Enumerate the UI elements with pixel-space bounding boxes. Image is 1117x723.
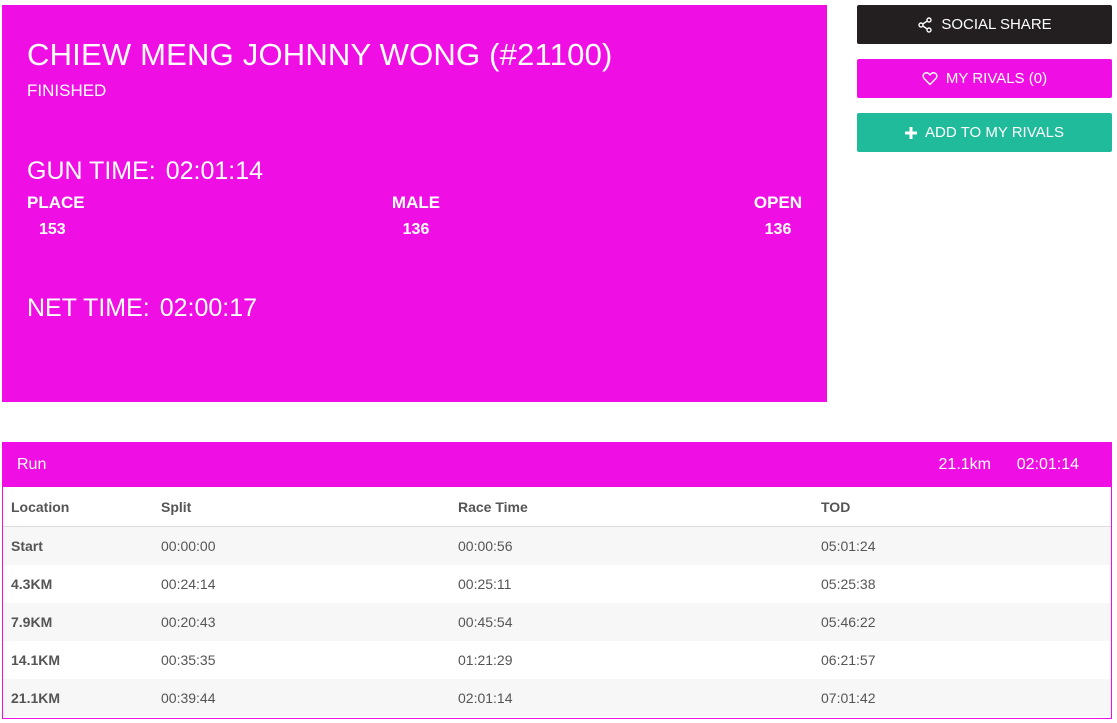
- placing-category: OPEN 136: [738, 193, 818, 239]
- table-row: 21.1KM 00:39:44 02:01:14 07:01:42: [3, 679, 1111, 717]
- splits-header-row: Location Split Race Time TOD: [3, 487, 1111, 527]
- cell-location: Start: [3, 526, 153, 565]
- placing-gender-label: MALE: [391, 193, 441, 212]
- net-time-label: NET TIME:: [27, 294, 150, 322]
- social-share-button[interactable]: SOCIAL SHARE: [857, 5, 1112, 44]
- cell-race-time: 01:21:29: [450, 641, 813, 679]
- share-icon: [917, 16, 933, 33]
- table-row: 7.9KM 00:20:43 00:45:54 05:46:22: [3, 603, 1111, 641]
- cell-split: 00:35:35: [153, 641, 450, 679]
- placing-gender: MALE 136: [376, 193, 456, 239]
- placing-category-value: 136: [764, 221, 792, 238]
- cell-location: 4.3KM: [3, 565, 153, 603]
- placing-category-label: OPEN: [753, 193, 803, 212]
- cell-split: 00:24:14: [153, 565, 450, 603]
- results-page: CHIEW MENG JOHNNY WONG (#21100) FINISHED…: [0, 0, 1117, 723]
- splits-header: Run 21.1km 02:01:14: [3, 443, 1111, 487]
- heart-icon: [922, 71, 938, 86]
- placing-overall: PLACE 153: [13, 193, 93, 239]
- cell-location: 14.1KM: [3, 641, 153, 679]
- cell-tod: 05:25:38: [813, 565, 1111, 603]
- cell-race-time: 00:45:54: [450, 603, 813, 641]
- result-card: CHIEW MENG JOHNNY WONG (#21100) FINISHED…: [2, 5, 827, 402]
- cell-location: 21.1KM: [3, 679, 153, 717]
- column-header-location: Location: [3, 487, 153, 527]
- net-time-value: 02:00:17: [159, 294, 258, 322]
- cell-tod: 07:01:42: [813, 679, 1111, 717]
- my-rivals-label: MY RIVALS (0): [945, 70, 1048, 87]
- splits-panel: Run 21.1km 02:01:14 Location Split Race …: [2, 442, 1112, 719]
- cell-race-time: 00:00:56: [450, 526, 813, 565]
- status-label: FINISHED: [27, 81, 107, 100]
- cell-race-time: 00:25:11: [450, 565, 813, 603]
- cell-tod: 05:01:24: [813, 526, 1111, 565]
- splits-table: Location Split Race Time TOD Start 00:00…: [3, 487, 1111, 717]
- add-to-rivals-label: ADD TO MY RIVALS: [925, 124, 1064, 141]
- placing-overall-value: 153: [39, 221, 66, 238]
- table-row: 14.1KM 00:35:35 01:21:29 06:21:57: [3, 641, 1111, 679]
- leg-distance: 21.1km: [938, 456, 991, 473]
- athlete-name: CHIEW MENG JOHNNY WONG (#21100): [27, 37, 613, 72]
- leg-total-time: 02:01:14: [1016, 456, 1079, 473]
- social-share-label: SOCIAL SHARE: [941, 16, 1052, 33]
- table-row: 4.3KM 00:24:14 00:25:11 05:25:38: [3, 565, 1111, 603]
- cell-split: 00:39:44: [153, 679, 450, 717]
- cell-race-time: 02:01:14: [450, 679, 813, 717]
- gun-time: GUN TIME: 02:01:14: [27, 157, 263, 186]
- cell-location: 7.9KM: [3, 603, 153, 641]
- plus-icon: [905, 126, 918, 139]
- column-header-race-time: Race Time: [450, 487, 813, 527]
- column-header-tod: TOD: [813, 487, 1111, 527]
- cell-tod: 05:46:22: [813, 603, 1111, 641]
- my-rivals-button[interactable]: MY RIVALS (0): [857, 59, 1112, 98]
- placing-gender-value: 136: [402, 221, 430, 238]
- add-to-rivals-button[interactable]: ADD TO MY RIVALS: [857, 113, 1112, 152]
- column-header-split: Split: [153, 487, 450, 527]
- placing-overall-label: PLACE: [27, 193, 85, 212]
- cell-tod: 06:21:57: [813, 641, 1111, 679]
- cell-split: 00:20:43: [153, 603, 450, 641]
- leg-name: Run: [17, 456, 47, 473]
- net-time: NET TIME: 02:00:17: [27, 294, 257, 323]
- cell-split: 00:00:00: [153, 526, 450, 565]
- table-row: Start 00:00:00 00:00:56 05:01:24: [3, 526, 1111, 565]
- gun-time-label: GUN TIME:: [27, 157, 156, 185]
- gun-time-value: 02:01:14: [165, 157, 264, 185]
